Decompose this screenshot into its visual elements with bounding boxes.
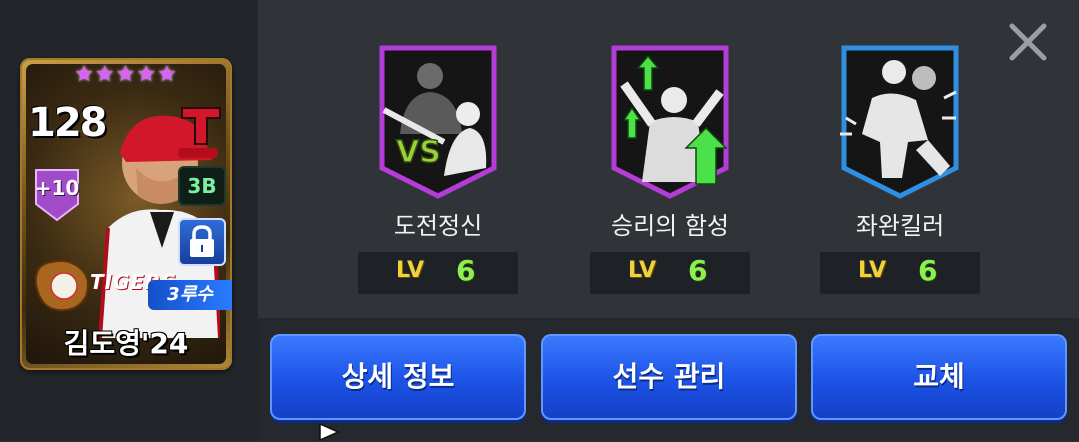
- lv-label: LV: [628, 258, 657, 283]
- star-rating: ★★★★★: [74, 62, 178, 87]
- player-card[interactable]: ★★★★★ 128 +10 3B TIGERS 3루수 김도영'24: [20, 58, 232, 370]
- skill-level: LV 6: [820, 252, 980, 294]
- skill-item[interactable]: 승리의 함성 LV 6: [590, 30, 750, 300]
- skill-name: 도전정신: [393, 212, 483, 240]
- pointer-arrow-icon: [319, 422, 340, 442]
- versus-batter-icon: VS: [379, 45, 497, 199]
- skill-item[interactable]: 좌완킬러 LV 6: [820, 30, 980, 300]
- lv-label: LV: [858, 258, 887, 283]
- svg-text:VS: VS: [396, 135, 441, 170]
- lv-label: LV: [396, 258, 425, 283]
- lv-value: 6: [688, 254, 708, 287]
- sub-position-label: 3루수: [148, 280, 232, 310]
- team-logo-icon: [181, 107, 221, 145]
- close-icon[interactable]: [1004, 18, 1052, 66]
- enhance-level: +10: [34, 176, 80, 200]
- player-name: 김도영'24: [63, 327, 189, 360]
- swap-button[interactable]: 교체: [811, 334, 1067, 420]
- skill-level: LV 6: [358, 252, 518, 294]
- skill-level: LV 6: [590, 252, 750, 294]
- detail-info-button[interactable]: 상세 정보: [270, 334, 526, 420]
- cheering-player-icon: [611, 45, 729, 199]
- skill-name: 좌완킬러: [855, 212, 945, 240]
- overall-rating: 128: [28, 100, 107, 146]
- lv-value: 6: [918, 254, 938, 287]
- player-manage-button[interactable]: 선수 관리: [541, 334, 797, 420]
- lock-icon: [190, 225, 214, 257]
- skill-name: 승리의 함성: [610, 212, 730, 240]
- lock-button[interactable]: [178, 218, 226, 266]
- lv-value: 6: [456, 254, 476, 287]
- skill-item[interactable]: VS 도전정신 LV 6: [358, 30, 518, 300]
- position-badge: 3B: [178, 166, 226, 206]
- glove-icon: [34, 259, 89, 312]
- lefty-pitcher-icon: [840, 45, 959, 199]
